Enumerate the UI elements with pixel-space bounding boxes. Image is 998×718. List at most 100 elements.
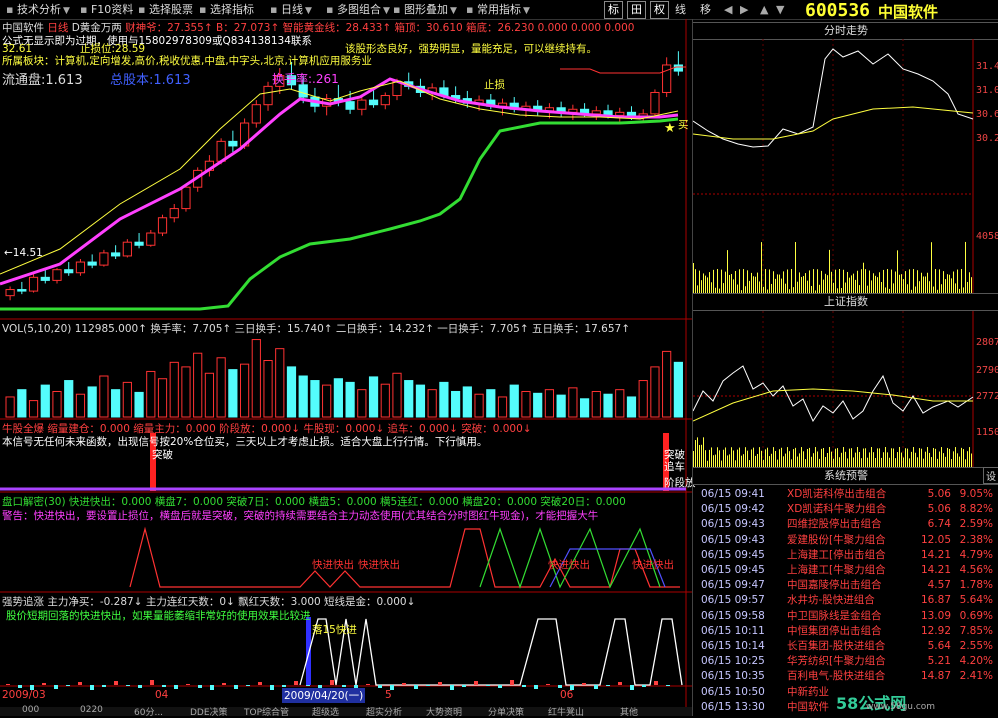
tab-5[interactable]: TOP综合管 <box>244 705 289 718</box>
alert-row[interactable]: 06/15 09:43 爱建股份[牛聚力组合 12.05 2.38% <box>693 533 998 548</box>
alert-row[interactable]: 06/15 10:25 华芳纺织[牛聚力组合 5.21 4.20% <box>693 654 998 669</box>
index-vol-bar <box>729 454 730 467</box>
candle <box>263 81 273 111</box>
index-vol-bar <box>959 456 960 467</box>
index-vol-bar <box>863 448 864 467</box>
trend-bar <box>618 682 622 685</box>
tab-4[interactable]: DDE决策 <box>190 705 228 718</box>
fast-label-4: 快进快出 <box>632 559 674 571</box>
tab-11[interactable]: 其他 <box>620 705 638 718</box>
trend-blue-bar <box>306 617 311 685</box>
index-vol-bar <box>945 456 946 467</box>
tab-1[interactable]: 000 <box>22 705 39 715</box>
trend-bar <box>510 680 514 685</box>
intraday-vol-bar <box>795 242 796 293</box>
candle <box>615 107 625 122</box>
candle <box>111 245 121 259</box>
index-vol-bar <box>937 458 938 467</box>
intraday-vol-bar <box>777 274 778 293</box>
index-vol-bar <box>773 447 774 467</box>
date-label-2: 04 <box>155 689 169 701</box>
volume-bar <box>603 393 613 418</box>
button-move[interactable]: 移 <box>700 2 711 17</box>
index-vol-bar <box>967 451 968 467</box>
volume-bar <box>357 389 367 418</box>
trend-bar <box>486 685 490 686</box>
intraday-vol-bar <box>961 269 962 293</box>
index-vol-bar <box>947 447 948 467</box>
tab-3[interactable]: 60分... <box>134 705 163 718</box>
alert-row[interactable]: 06/15 10:14 长百集团-股快进组合 5.64 2.55% <box>693 639 998 654</box>
menu-daily[interactable]: ▪ 日线 ▼ <box>270 2 312 17</box>
tab-2[interactable]: 0220 <box>80 705 103 715</box>
nav-right-icon[interactable]: ▶ <box>740 2 748 17</box>
button-mark[interactable]: 标 <box>604 1 623 19</box>
alert-time: 06/15 10:11 <box>701 624 765 637</box>
volume-bar <box>662 350 672 418</box>
alert-row[interactable]: 06/15 10:11 中恒集团停出击组合 12.92 7.85% <box>693 624 998 639</box>
index-vol-bar <box>857 447 858 467</box>
intraday-vol-bar <box>851 275 852 293</box>
index-vol-bar <box>917 457 918 467</box>
button-grid[interactable]: 田 <box>627 1 646 19</box>
alert-time: 06/15 09:47 <box>701 579 765 592</box>
volume-bar <box>263 360 273 418</box>
trend-bar <box>630 685 634 690</box>
alert-name: 水井坊-股快进组合 <box>787 594 875 607</box>
menu-overlay[interactable]: ▪ 图形叠加 ▼ <box>393 2 457 17</box>
index-vol-bar <box>935 448 936 467</box>
chart-area[interactable]: 中国软件 日线 D黄金万两 财神爷：27.355↑ B：27.073↑ 智能黄金… <box>0 19 696 707</box>
volume-bar <box>415 384 426 418</box>
volume-bar <box>650 366 660 418</box>
nav-down-icon[interactable]: ▼ <box>776 2 784 17</box>
button-rights[interactable]: 权 <box>650 1 669 19</box>
alert-time: 06/15 09:41 <box>701 488 765 500</box>
alert-row[interactable]: 06/15 09:57 水井坊-股快进组合 16.87 5.64% <box>693 593 998 608</box>
chevron-down-icon: ▼ <box>449 6 457 16</box>
candle <box>40 269 50 284</box>
index-chart[interactable] <box>693 311 998 467</box>
intraday-vol-bar <box>923 276 924 293</box>
alert-row[interactable]: 06/15 09:43 四维控股停出击组合 6.74 2.59% <box>693 517 998 532</box>
menu-multi-chart[interactable]: ▪ 多图组合 ▼ <box>326 2 390 17</box>
index-vol-bar <box>733 450 734 467</box>
index-vol-bar <box>745 447 746 467</box>
trend-bar <box>414 685 418 689</box>
tab-6[interactable]: 超级选 <box>312 705 339 718</box>
menu-tech-analysis[interactable]: ▪ 技术分析 ▼ <box>6 2 70 17</box>
alert-row[interactable]: 06/15 10:35 百利电气-股快进组合 14.87 2.41% <box>693 669 998 684</box>
index-axis-4: 1150 <box>976 427 998 438</box>
index-vol-bar <box>723 449 724 467</box>
button-line[interactable]: 线 <box>675 2 686 17</box>
index-vol-bar <box>849 448 850 467</box>
tab-10[interactable]: 红牛凳山 <box>548 705 584 718</box>
intraday-price-line <box>693 48 974 148</box>
alert-settings-button[interactable]: 设 <box>983 467 998 484</box>
intraday-chart[interactable] <box>693 39 998 293</box>
menu-select-stock[interactable]: ▪ 选择股票 <box>138 2 193 17</box>
menu-select-indicator[interactable]: ▪ 选择指标 <box>199 2 254 17</box>
alert-row[interactable]: 06/15 09:41 XD凯诺科停出击组合 5.06 9.05% <box>693 487 998 502</box>
tab-9[interactable]: 分单决策 <box>488 705 524 718</box>
alert-row[interactable]: 06/15 09:58 中卫国脉线是金组合 13.09 0.69% <box>693 609 998 624</box>
alert-row[interactable]: 06/15 09:42 XD凯诺科牛聚力组合 5.06 8.82% <box>693 502 998 517</box>
index-vol-bar <box>971 453 972 467</box>
tab-8[interactable]: 大势资明 <box>426 705 462 718</box>
volume-bar <box>40 384 50 418</box>
intraday-vol-bar <box>971 277 972 293</box>
nav-left-icon[interactable]: ◀ <box>724 2 732 17</box>
intraday-vol-bar <box>847 271 848 293</box>
trend-bar <box>210 685 214 690</box>
menu-common-indicator[interactable]: ▪ 常用指标 ▼ <box>466 2 530 17</box>
menu-f10[interactable]: ▪ F10资料 <box>80 2 133 17</box>
alert-row[interactable]: 06/15 09:45 上海建工[停出击组合 14.21 4.79% <box>693 548 998 563</box>
tab-7[interactable]: 超实分析 <box>366 705 402 718</box>
intraday-vol-bar <box>759 281 760 293</box>
index-vol-bar <box>887 452 888 467</box>
alert-row[interactable]: 06/15 09:45 上海建工[牛聚力组合 14.21 4.56% <box>693 563 998 578</box>
alert-time: 06/15 09:58 <box>701 609 765 622</box>
nav-up-icon[interactable]: ▲ <box>760 2 768 17</box>
index-vol-bar <box>833 458 834 467</box>
alert-row[interactable]: 06/15 09:47 中国嘉陵停出击组合 4.57 1.78% <box>693 578 998 593</box>
intraday-vol-bar <box>725 271 726 293</box>
